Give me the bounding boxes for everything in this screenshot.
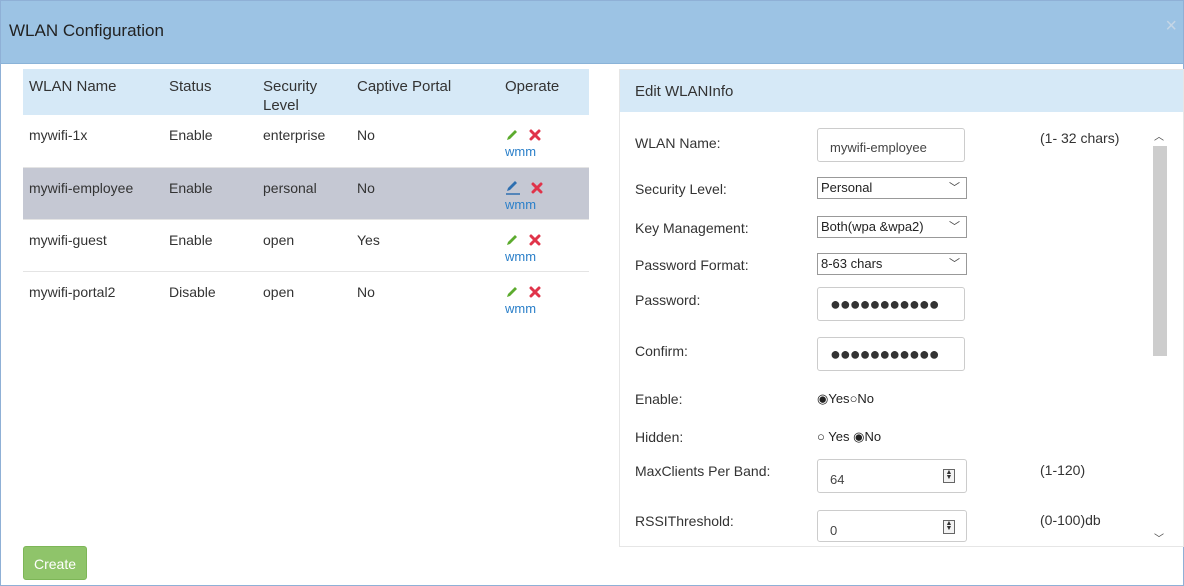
cell-security: open <box>257 219 351 272</box>
table-header-row: WLAN Name Status Security Level Captive … <box>23 69 589 115</box>
hidden-label: Hidden: <box>635 429 684 445</box>
cell-operate: wmm <box>493 115 589 168</box>
col-header-operate: Operate <box>493 69 589 115</box>
chevron-down-icon: ﹀ <box>949 258 960 270</box>
password-label: Password: <box>635 292 701 308</box>
hidden-radio-group: ○ Yes ◉No <box>817 429 881 445</box>
close-icon[interactable]: × <box>1165 15 1177 38</box>
key-management-label: Key Management: <box>635 220 749 236</box>
max-clients-input[interactable]: 64 ▲ ▼ <box>817 459 967 493</box>
wlan-name-label: WLAN Name: <box>635 135 721 151</box>
scrollbar-thumb[interactable] <box>1153 146 1167 356</box>
spinner-icon[interactable]: ▲ ▼ <box>943 520 955 534</box>
wmm-link[interactable]: wmm <box>505 249 589 264</box>
wlan-name-hint: (1- 32 chars) <box>1040 130 1120 146</box>
create-button[interactable]: Create <box>23 546 87 580</box>
pencil-icon[interactable] <box>505 233 519 247</box>
wmm-link[interactable]: wmm <box>505 197 589 212</box>
hidden-no-label: No <box>864 429 882 444</box>
rssi-value: 0 <box>830 523 838 538</box>
cell-wlan-name: mywifi-employee <box>23 167 163 220</box>
delete-x-icon[interactable] <box>529 234 541 246</box>
hidden-no-radio[interactable]: ◉ <box>853 429 864 444</box>
dialog-header: WLAN Configuration × <box>1 1 1183 64</box>
table-row[interactable]: mywifi-1x Enable enterprise No wmm <box>23 115 589 168</box>
wlan-configuration-dialog: WLAN Configuration × WLAN Name Status Se… <box>0 0 1184 586</box>
enable-label: Enable: <box>635 391 683 407</box>
enable-yes-radio[interactable]: ◉ <box>817 391 828 406</box>
max-clients-label: MaxClients Per Band: <box>635 463 771 479</box>
wlan-table: WLAN Name Status Security Level Captive … <box>23 69 589 323</box>
cell-operate: wmm <box>493 219 589 272</box>
rssi-label: RSSIThreshold: <box>635 513 734 529</box>
form-scrollbar[interactable]: ︿ ﹀ <box>1151 118 1169 546</box>
hidden-yes-radio[interactable]: ○ <box>817 429 825 444</box>
security-level-select[interactable]: Personal ﹀ <box>817 177 967 199</box>
chevron-down-icon: ﹀ <box>949 221 960 233</box>
wmm-link[interactable]: wmm <box>505 301 589 316</box>
pencil-icon[interactable] <box>505 128 519 142</box>
col-header-status: Status <box>163 69 257 115</box>
password-format-value: 8-63 chars <box>821 256 883 271</box>
cell-status: Enable <box>163 167 257 220</box>
cell-wlan-name: mywifi-1x <box>23 115 163 168</box>
cell-portal: Yes <box>351 219 493 272</box>
col-header-captive-portal: Captive Portal <box>351 69 493 115</box>
pencil-icon[interactable] <box>505 285 519 299</box>
edit-panel-title: Edit WLANInfo <box>635 83 734 100</box>
wlan-name-input[interactable]: mywifi-employee <box>817 128 965 162</box>
cell-status: Disable <box>169 283 216 300</box>
table-row[interactable]: mywifi-portal2 Disable open No wmm <box>23 271 589 323</box>
delete-x-icon[interactable] <box>529 286 541 298</box>
security-level-value: Personal <box>821 180 873 195</box>
security-level-label: Security Level: <box>635 181 727 197</box>
enable-no-label: No <box>857 391 875 406</box>
cell-status: Enable <box>163 219 257 272</box>
col-header-security-level: Security Level <box>257 69 351 115</box>
max-clients-value: 64 <box>830 472 845 487</box>
cell-portal: No <box>351 115 493 168</box>
confirm-label: Confirm: <box>635 343 688 359</box>
pencil-icon[interactable] <box>505 180 521 196</box>
spinner-icon[interactable]: ▲ ▼ <box>943 469 955 483</box>
max-clients-hint: (1-120) <box>1040 462 1086 478</box>
enable-radio-group: ◉Yes○No <box>817 391 874 407</box>
delete-x-icon[interactable] <box>529 129 541 141</box>
table-row[interactable]: mywifi-guest Enable open Yes wmm <box>23 219 589 272</box>
password-format-label: Password Format: <box>635 257 749 273</box>
cell-portal: No <box>357 283 375 300</box>
cell-operate: wmm <box>493 167 589 220</box>
cell-security: personal <box>257 167 351 220</box>
edit-wlan-panel: Edit WLANInfo WLAN Name: mywifi-employee… <box>619 69 1184 547</box>
cell-status: Enable <box>163 115 257 168</box>
rssi-input[interactable]: 0 ▲ ▼ <box>817 510 967 542</box>
chevron-down-icon: ﹀ <box>949 182 960 194</box>
cell-operate: wmm <box>493 271 589 323</box>
edit-panel-header: Edit WLANInfo <box>620 70 1183 112</box>
cell-wlan-name: mywifi-guest <box>23 219 163 272</box>
wmm-link[interactable]: wmm <box>505 144 589 159</box>
delete-x-icon[interactable] <box>531 182 543 194</box>
password-format-select[interactable]: 8-63 chars ﹀ <box>817 253 967 275</box>
cell-wlan-name: mywifi-portal2 <box>29 283 116 300</box>
password-input[interactable]: ●●●●●●●●●●● <box>817 287 965 321</box>
hidden-yes-label: Yes <box>828 429 850 444</box>
dialog-title: WLAN Configuration <box>9 21 164 40</box>
table-row[interactable]: mywifi-employee Enable personal No wmm <box>23 167 589 220</box>
key-management-select[interactable]: Both(wpa &wpa2) ﹀ <box>817 216 967 238</box>
confirm-input[interactable]: ●●●●●●●●●●● <box>817 337 965 371</box>
cell-portal: No <box>351 167 493 220</box>
key-management-value: Both(wpa &wpa2) <box>821 219 924 234</box>
scroll-up-icon[interactable]: ︿ <box>1154 128 1164 143</box>
cell-security: enterprise <box>257 115 351 168</box>
enable-yes-label: Yes <box>828 391 850 406</box>
col-header-wlan-name: WLAN Name <box>23 69 163 115</box>
rssi-hint: (0-100)db <box>1040 512 1101 528</box>
scroll-down-icon[interactable]: ﹀ <box>1154 530 1164 545</box>
cell-security: open <box>263 283 295 300</box>
